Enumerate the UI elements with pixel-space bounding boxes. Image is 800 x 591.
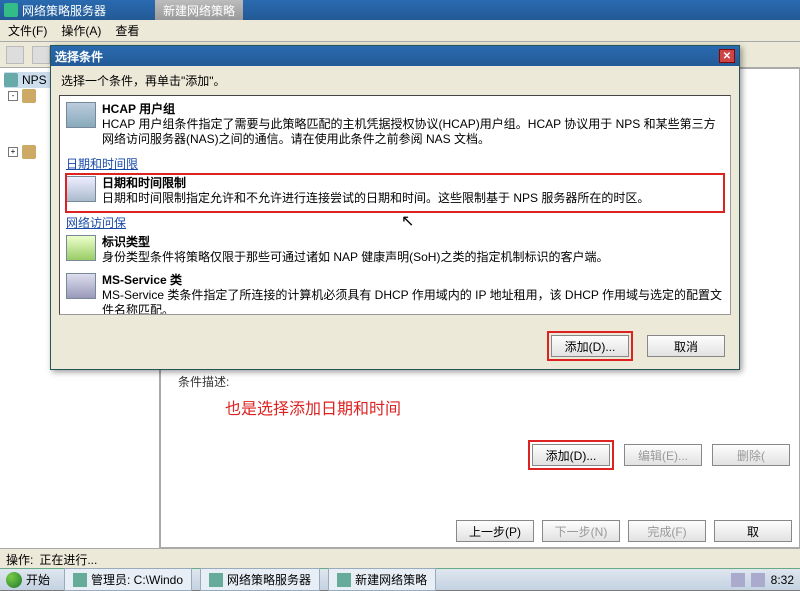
toolbar-fwd-icon[interactable] [32, 46, 50, 64]
users-icon [66, 102, 96, 128]
wizard-nav-buttons: 上一步(P) 下一步(N) 完成(F) 取 [456, 520, 792, 542]
status-prefix: 操作: [6, 551, 33, 568]
list-item[interactable]: HCAP 用户组 HCAP 用户组条件指定了需要与此策略匹配的主机凭据授权协议(… [66, 100, 724, 153]
list-item-selected[interactable]: 日期和时间限制 日期和时间限制指定允许和不允许进行连接尝试的日期和时间。这些限制… [66, 174, 724, 212]
item-name: 标识类型 [102, 235, 150, 249]
wizard-icon [337, 573, 351, 587]
expand-icon[interactable]: - [8, 91, 18, 101]
condition-desc-label: 条件描述: [178, 373, 229, 390]
folder-icon [22, 89, 36, 103]
computer-icon [66, 273, 96, 299]
group-header: 日期和时间限 [66, 155, 724, 172]
annotation-text: 也是选择添加日期和时间 [225, 395, 401, 419]
item-desc: HCAP 用户组条件指定了需要与此策略匹配的主机凭据授权协议(HCAP)用户组。… [102, 117, 716, 146]
prev-button[interactable]: 上一步(P) [456, 520, 534, 542]
main-titlebar[interactable]: 网络策略服务器 [0, 0, 800, 20]
dialog-buttons: 添加(D)... 取消 [547, 331, 725, 361]
tray-icon[interactable] [731, 573, 745, 587]
taskbar: 开始 管理员: C:\Windo 网络策略服务器 新建网络策略 8:32 [0, 568, 800, 590]
tray-icon[interactable] [751, 573, 765, 587]
app-icon [4, 3, 18, 17]
cmd-icon [73, 573, 87, 587]
item-desc: MS-Service 类条件指定了所连接的计算机必须具有 DHCP 作用域内的 … [102, 288, 722, 315]
dialog-title-text: 选择条件 [55, 48, 103, 65]
start-orb-icon [6, 572, 22, 588]
wizard-tab[interactable]: 新建网络策略 [155, 0, 243, 20]
close-icon[interactable]: ✕ [719, 49, 735, 63]
item-name: MS-Service 类 [102, 273, 182, 287]
group-header: 网络访问保 [66, 214, 724, 231]
taskbar-task[interactable]: 网络策略服务器 [200, 568, 320, 591]
start-button[interactable]: 开始 [0, 571, 56, 588]
dialog-titlebar[interactable]: 选择条件 ✕ [51, 46, 739, 66]
menu-file[interactable]: 文件(F) [8, 22, 47, 39]
item-desc: 身份类型条件将策略仅限于那些可通过诸如 NAP 健康声明(SoH)之类的指定机制… [102, 250, 608, 264]
taskbar-task[interactable]: 管理员: C:\Windo [64, 568, 192, 591]
taskbar-task[interactable]: 新建网络策略 [328, 568, 436, 591]
wizard-condition-buttons: 添加(D)... 编辑(E)... 删除( [528, 440, 790, 470]
menu-bar: 文件(F) 操作(A) 查看 [0, 20, 800, 42]
cancel-button[interactable]: 取 [714, 520, 792, 542]
wizard-remove-button: 删除( [712, 444, 790, 466]
finish-button: 完成(F) [628, 520, 706, 542]
toolbar-back-icon[interactable] [6, 46, 24, 64]
nps-icon [209, 573, 223, 587]
system-tray[interactable]: 8:32 [725, 573, 800, 587]
list-item[interactable]: MS-Service 类 MS-Service 类条件指定了所连接的计算机必须具… [66, 271, 724, 315]
menu-view[interactable]: 查看 [115, 22, 139, 39]
main-title-text: 网络策略服务器 [22, 2, 106, 19]
calendar-icon [66, 176, 96, 202]
status-bar: 操作: 正在进行... [0, 548, 800, 570]
item-name: 日期和时间限制 [102, 176, 186, 190]
highlight-box: 添加(D)... [547, 331, 633, 361]
folder-icon [22, 145, 36, 159]
wizard-add-button[interactable]: 添加(D)... [532, 444, 610, 466]
wizard-edit-button: 编辑(E)... [624, 444, 702, 466]
menu-action[interactable]: 操作(A) [61, 22, 101, 39]
nps-icon [4, 73, 18, 87]
condition-list[interactable]: HCAP 用户组 HCAP 用户组条件指定了需要与此策略匹配的主机凭据授权协议(… [59, 95, 731, 315]
select-condition-dialog: 选择条件 ✕ 选择一个条件，再单击"添加"。 HCAP 用户组 HCAP 用户组… [50, 45, 740, 370]
dialog-instruction: 选择一个条件，再单击"添加"。 [51, 66, 739, 95]
clock: 8:32 [771, 573, 794, 587]
dialog-cancel-button[interactable]: 取消 [647, 335, 725, 357]
list-item[interactable]: 标识类型 身份类型条件将策略仅限于那些可通过诸如 NAP 健康声明(SoH)之类… [66, 233, 724, 271]
item-name: HCAP 用户组 [102, 102, 175, 116]
highlight-box: 添加(D)... [528, 440, 614, 470]
expand-icon[interactable]: + [8, 147, 18, 157]
next-button: 下一步(N) [542, 520, 620, 542]
item-desc: 日期和时间限制指定允许和不允许进行连接尝试的日期和时间。这些限制基于 NPS 服… [102, 191, 649, 205]
dialog-add-button[interactable]: 添加(D)... [551, 335, 629, 357]
id-icon [66, 235, 96, 261]
status-text: 正在进行... [39, 551, 97, 568]
